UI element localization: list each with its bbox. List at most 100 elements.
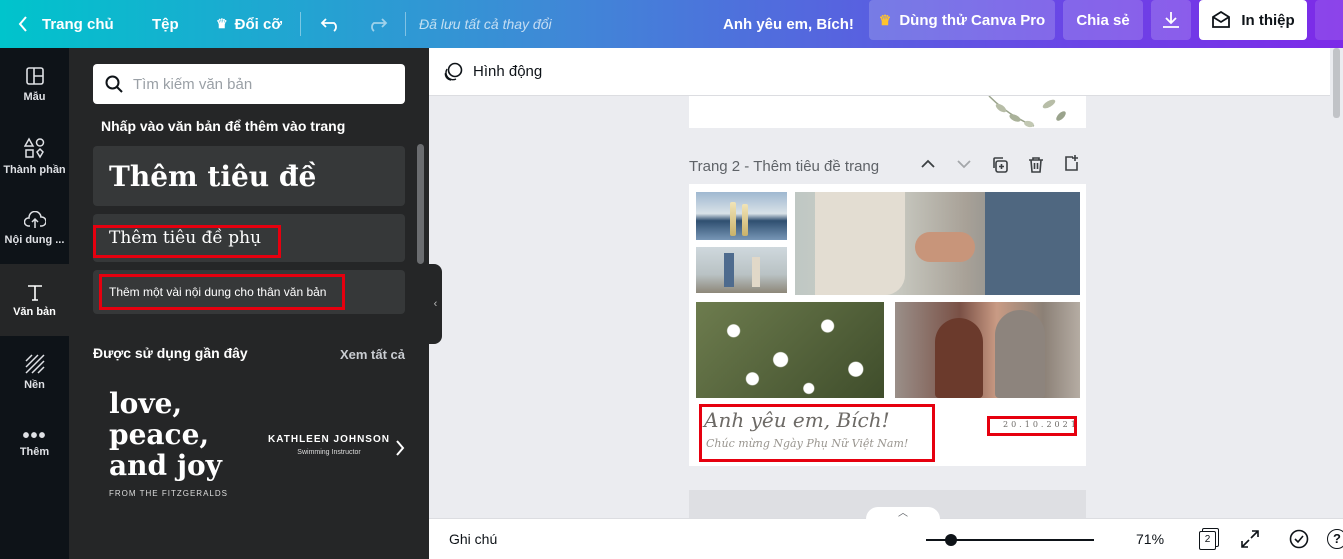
- resize-button[interactable]: ♛ Đổi cỡ: [216, 0, 282, 48]
- canvas-scrollbar[interactable]: [1330, 48, 1343, 518]
- bottom-bar: ︿ Ghi chú 71% 2 ?: [429, 507, 1343, 559]
- page-2-title[interactable]: Trang 2 - Thêm tiêu đề trang: [689, 158, 879, 175]
- home-label: Trang chủ: [42, 15, 114, 33]
- rail-item-templates[interactable]: Mẫu: [0, 48, 69, 120]
- expand-pages-button[interactable]: ︿: [866, 507, 940, 519]
- photo-champagne[interactable]: [696, 192, 787, 240]
- search-box[interactable]: [93, 64, 405, 104]
- photo-couple-feet[interactable]: [696, 247, 787, 293]
- fullscreen-button[interactable]: [1241, 530, 1259, 551]
- chevron-right-icon: [396, 440, 405, 456]
- recent-2-role: Swimming Instructor: [297, 449, 361, 456]
- rail-item-more[interactable]: ••• Thêm: [0, 408, 69, 480]
- add-page-button[interactable]: [1063, 154, 1081, 176]
- crown-icon: ♛: [216, 16, 228, 31]
- add-subheading-button[interactable]: Thêm tiêu đề phụ: [93, 214, 405, 262]
- card-date[interactable]: 20.10.2021: [1003, 420, 1079, 429]
- rail-item-uploads[interactable]: Nội dung ...: [0, 192, 69, 264]
- panel-hint: Nhấp vào văn bản để thêm vào trang: [101, 118, 346, 134]
- rail-label: Nền: [24, 378, 45, 391]
- rail-item-background[interactable]: Nền: [0, 336, 69, 408]
- background-icon: [24, 353, 45, 374]
- home-link[interactable]: Trang chủ: [18, 0, 114, 48]
- zoom-slider-thumb[interactable]: [945, 534, 958, 546]
- rail-label: Thành phần: [3, 163, 66, 176]
- rail-item-text[interactable]: Văn bản: [0, 264, 69, 336]
- card-title[interactable]: Anh yêu em, Bích!: [704, 408, 890, 432]
- layout-icon: [25, 66, 44, 85]
- try-pro-button[interactable]: ♛ Dùng thử Canva Pro: [869, 0, 1055, 40]
- add-page-icon: [1065, 155, 1078, 171]
- carousel-next-button[interactable]: [395, 440, 405, 461]
- search-input[interactable]: [133, 75, 373, 93]
- recent-text-style-1[interactable]: love, peace, and joy FROM THE FITZGERALD…: [109, 388, 259, 518]
- leaf-decoration: [988, 96, 1066, 128]
- photo-couple-kiss[interactable]: [895, 302, 1080, 398]
- download-icon: [1163, 12, 1179, 28]
- crown-icon: ♛: [878, 11, 892, 28]
- chevron-down-icon: [957, 160, 971, 169]
- file-menu[interactable]: Tệp: [152, 0, 179, 48]
- photo-holding-hands[interactable]: [795, 192, 1080, 295]
- recent-1-line: love,: [109, 387, 183, 420]
- duplicate-page-button[interactable]: [991, 156, 1009, 178]
- share-button[interactable]: Chia sẻ: [1063, 0, 1143, 40]
- text-panel: Nhấp vào văn bản để thêm vào trang Thêm …: [69, 48, 429, 559]
- see-all-link[interactable]: Xem tất cả: [340, 347, 405, 362]
- chevron-up-icon: ︿: [898, 508, 908, 519]
- page-2-canvas[interactable]: Anh yêu em, Bích! Chúc mừng Ngày Phụ Nữ …: [689, 184, 1086, 466]
- trash-icon: [1029, 157, 1043, 173]
- page-2-header: Trang 2 - Thêm tiêu đề trang: [689, 154, 1086, 178]
- photo-daisies[interactable]: [696, 302, 884, 398]
- search-icon: [105, 75, 123, 93]
- editor-toolbar: Hình động: [429, 48, 1343, 96]
- zoom-slider[interactable]: [926, 534, 1094, 546]
- page-count-button[interactable]: 2: [1199, 528, 1219, 550]
- top-bar: Trang chủ Tệp ♛ Đổi cỡ Đã lưu tất cả tha…: [0, 0, 1343, 48]
- text-icon: [27, 284, 42, 301]
- redo-button[interactable]: [366, 0, 388, 48]
- animate-button[interactable]: Hình động: [443, 62, 542, 82]
- chevron-left-icon: [18, 16, 27, 32]
- move-page-down-button[interactable]: [957, 156, 971, 173]
- recent-1-line: peace,: [109, 418, 210, 451]
- envelope-icon: [1212, 11, 1231, 28]
- animate-icon: [444, 62, 463, 81]
- page-1-bottom[interactable]: [689, 96, 1086, 128]
- redo-icon: [371, 18, 388, 32]
- add-body-text-label: Thêm một vài nội dung cho thân văn bản: [109, 285, 327, 299]
- notes-button[interactable]: Ghi chú: [449, 531, 497, 547]
- card-subtitle[interactable]: Chúc mừng Ngày Phụ Nữ Việt Nam!: [706, 437, 908, 450]
- add-heading-button[interactable]: Thêm tiêu đề: [93, 146, 405, 206]
- expand-icon: [1241, 530, 1259, 548]
- panel-scrollbar[interactable]: [417, 144, 424, 264]
- save-status: Đã lưu tất cả thay đổi: [419, 16, 552, 32]
- design-title[interactable]: Anh yêu em, Bích!: [723, 0, 854, 48]
- upload-icon: [23, 210, 46, 228]
- rail-item-elements[interactable]: Thành phần: [0, 120, 69, 192]
- help-icon: ?: [1333, 531, 1341, 546]
- add-heading-label: Thêm tiêu đề: [109, 159, 317, 193]
- print-label: In thiệp: [1241, 11, 1295, 29]
- print-button[interactable]: In thiệp: [1199, 0, 1307, 40]
- rail-label: Văn bản: [13, 305, 56, 318]
- undo-icon: [320, 18, 337, 32]
- zoom-level[interactable]: 71%: [1136, 531, 1164, 547]
- recent-2-name: KATHLEEN JOHNSON: [268, 434, 390, 445]
- side-rail: Mẫu Thành phần Nội dung ... Văn bản Nền …: [0, 48, 69, 559]
- duplicate-icon: [993, 157, 1008, 173]
- add-body-text-button[interactable]: Thêm một vài nội dung cho thân văn bản: [93, 270, 405, 314]
- animate-label: Hình động: [473, 63, 543, 80]
- move-page-up-button[interactable]: [921, 156, 935, 173]
- profile-button[interactable]: [1315, 0, 1343, 40]
- more-icon: •••: [22, 424, 47, 447]
- download-button[interactable]: [1151, 0, 1191, 40]
- check-button[interactable]: [1289, 529, 1309, 552]
- rail-label: Mẫu: [23, 90, 46, 103]
- help-button[interactable]: ?: [1327, 529, 1343, 549]
- collapse-panel-button[interactable]: ‹: [429, 264, 442, 344]
- recent-text-style-2[interactable]: KATHLEEN JOHNSON Swimming Instructor: [267, 434, 391, 474]
- delete-page-button[interactable]: [1028, 156, 1044, 178]
- undo-button[interactable]: [320, 0, 342, 48]
- rail-label: Nội dung ...: [4, 233, 65, 246]
